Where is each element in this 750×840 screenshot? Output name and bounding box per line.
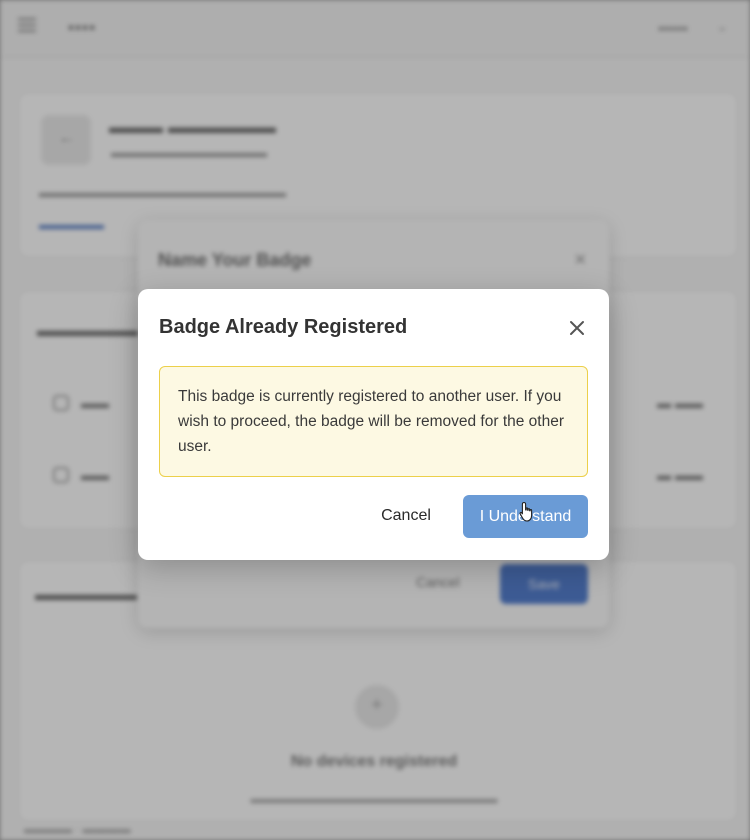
close-button[interactable] [566, 317, 588, 339]
close-icon [570, 321, 584, 335]
dialog-title: Badge Already Registered [159, 316, 408, 338]
i-understand-button[interactable]: I Understand [463, 495, 588, 538]
cancel-button[interactable]: Cancel [366, 495, 446, 537]
badge-registered-dialog: Badge Already Registered This badge is c… [138, 289, 609, 560]
warning-message: This badge is currently registered to an… [159, 366, 588, 477]
